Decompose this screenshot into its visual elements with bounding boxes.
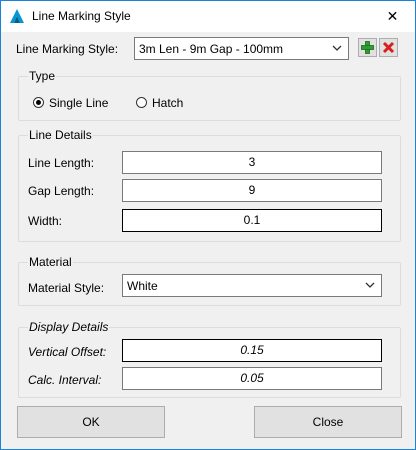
dialog-window: Line Marking Style ✕ Line Marking Style:… bbox=[0, 0, 416, 450]
calc-interval-label: Calc. Interval: bbox=[28, 373, 102, 387]
material-style-value: White bbox=[127, 279, 158, 293]
type-group: Type Single Line Hatch bbox=[18, 69, 401, 121]
line-details-title: Line Details bbox=[28, 128, 93, 142]
chevron-down-icon bbox=[365, 282, 375, 288]
type-group-title: Type bbox=[28, 69, 57, 83]
hatch-radio[interactable] bbox=[136, 97, 147, 108]
delete-style-button[interactable] bbox=[379, 38, 398, 57]
ok-button[interactable]: OK bbox=[17, 406, 165, 438]
add-style-button[interactable] bbox=[358, 38, 377, 57]
single-line-radio[interactable] bbox=[33, 97, 44, 108]
window-title: Line Marking Style bbox=[32, 9, 131, 23]
green-plus-icon bbox=[361, 41, 374, 54]
title-bar: Line Marking Style ✕ bbox=[1, 1, 415, 32]
vertical-offset-label: Vertical Offset: bbox=[28, 345, 107, 359]
display-details-group: Display Details Vertical Offset: 0.15 Ca… bbox=[18, 320, 401, 398]
line-length-label: Line Length: bbox=[28, 156, 95, 170]
line-length-input[interactable]: 3 bbox=[122, 151, 382, 174]
width-label: Width: bbox=[28, 214, 63, 228]
calc-interval-input[interactable]: 0.05 bbox=[122, 367, 382, 390]
red-x-icon bbox=[382, 41, 395, 54]
style-dropdown[interactable]: 3m Len - 9m Gap - 100mm bbox=[134, 37, 349, 60]
material-style-label: Material Style: bbox=[28, 281, 105, 295]
style-dropdown-value: 3m Len - 9m Gap - 100mm bbox=[139, 42, 284, 56]
gap-length-input[interactable]: 9 bbox=[122, 179, 382, 202]
vertical-offset-input[interactable]: 0.15 bbox=[122, 339, 382, 362]
close-icon[interactable]: ✕ bbox=[370, 1, 415, 32]
autodesk-logo-icon bbox=[9, 8, 25, 24]
width-input[interactable]: 0.1 bbox=[122, 209, 382, 232]
chevron-down-icon bbox=[332, 45, 342, 51]
material-style-dropdown[interactable]: White bbox=[122, 274, 382, 297]
hatch-label[interactable]: Hatch bbox=[152, 96, 183, 110]
style-label: Line Marking Style: bbox=[16, 42, 119, 56]
line-details-group: Line Details Line Length: 3 Gap Length: … bbox=[18, 128, 401, 242]
single-line-label[interactable]: Single Line bbox=[49, 96, 108, 110]
gap-length-label: Gap Length: bbox=[28, 184, 95, 198]
material-group: Material Material Style: White bbox=[18, 255, 401, 306]
material-title: Material bbox=[28, 255, 73, 269]
close-button[interactable]: Close bbox=[254, 406, 402, 438]
display-details-title: Display Details bbox=[28, 320, 110, 334]
